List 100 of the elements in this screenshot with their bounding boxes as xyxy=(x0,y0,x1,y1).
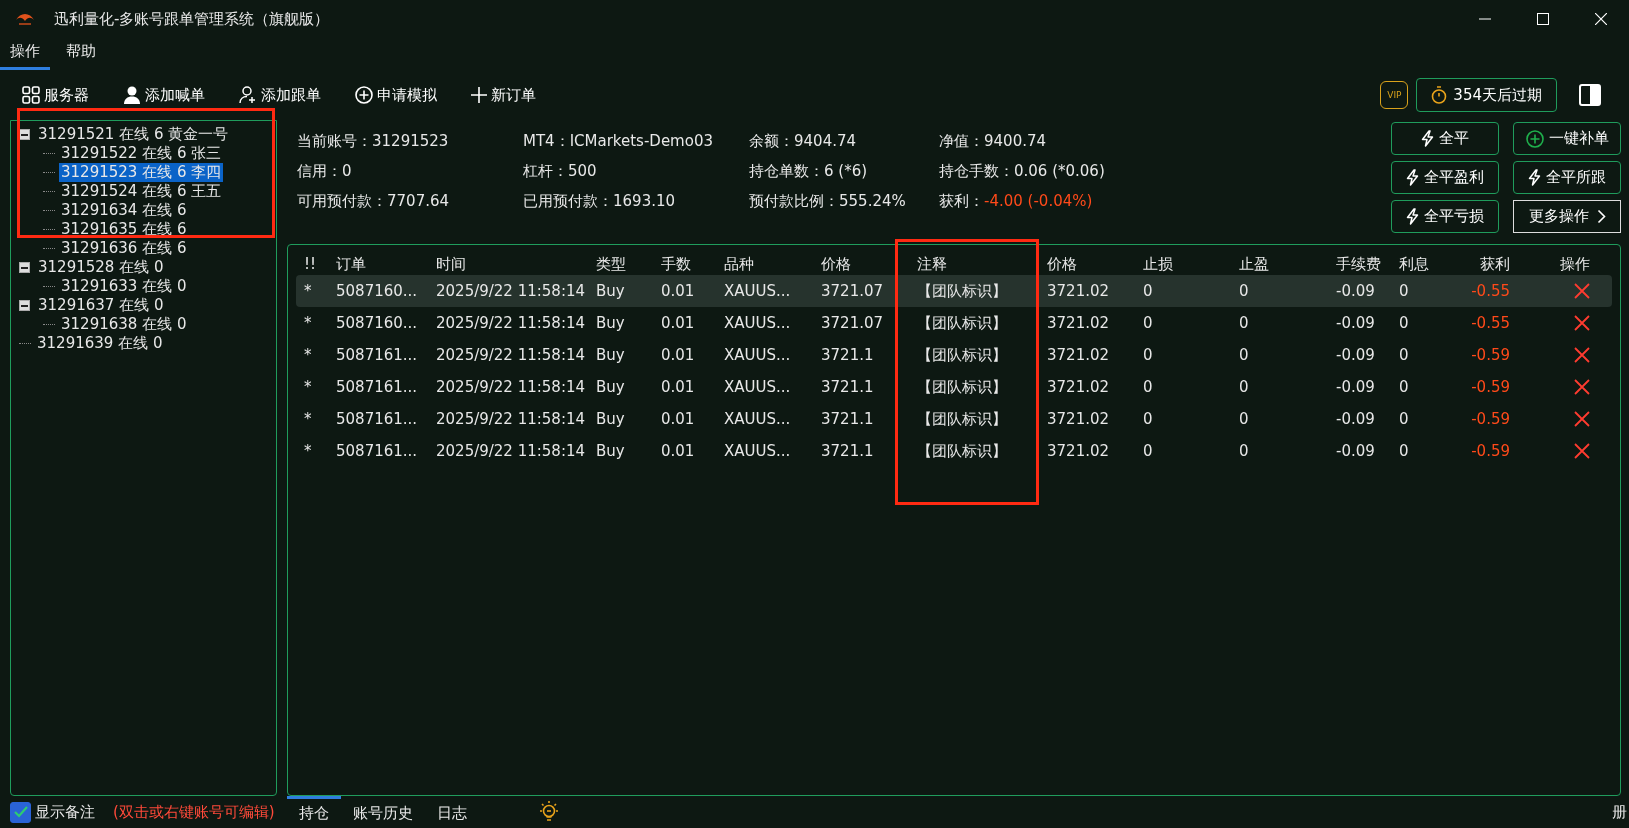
table-cell-text: 3721.1 xyxy=(820,346,875,364)
action-button[interactable]: 全平亏损 xyxy=(1391,200,1499,233)
bottom-tab[interactable]: 持仓 xyxy=(287,795,341,828)
maximize-icon[interactable] xyxy=(1537,13,1549,25)
table-cell-text: 2025/9/22 11:58:14 xyxy=(435,346,587,364)
account-item[interactable]: 31291633 在线 0 xyxy=(59,277,189,296)
table-row[interactable]: * 5087161... 2025/9/22 11:58:14 Buy 0.01 XAUUS... 3721.1 【团队标识】 3721.02 0 0 -0.09 0 -0.59 xyxy=(296,403,1612,435)
table-row[interactable]: * 5087161... 2025/9/22 11:58:14 Buy 0.01 XAUUS... 3721.1 【团队标识】 3721.02 0 0 -0.09 0 -0.59 xyxy=(296,435,1612,467)
user-add-icon xyxy=(239,86,257,104)
table-cell-text: 0.01 xyxy=(660,410,696,428)
toolbar-button[interactable]: 服务器 xyxy=(22,85,89,105)
column-header[interactable]: 利息 xyxy=(1391,254,1456,274)
table-cell-text: 0 xyxy=(1142,346,1154,364)
panel-toggle-icon[interactable] xyxy=(1579,84,1601,106)
table-row[interactable]: * 5087161... 2025/9/22 11:58:14 Buy 0.01 XAUUS... 3721.1 【团队标识】 3721.02 0 0 -0.09 0 -0.59 xyxy=(296,339,1612,371)
account-item[interactable]: 31291637 在线 0 xyxy=(36,296,166,315)
account-stat: 当前账号：31291523 xyxy=(297,132,450,151)
action-button[interactable]: 全平盈利 xyxy=(1391,161,1499,194)
table-cell-text: -0.09 xyxy=(1335,346,1376,364)
table-row[interactable]: * 5087160... 2025/9/22 11:58:14 Buy 0.01 XAUUS... 3721.07 【团队标识】 3721.02 0 0 -0.09 0 -0.55 xyxy=(296,307,1612,339)
table-cell-text: * xyxy=(303,378,313,396)
column-header[interactable]: 价格 xyxy=(813,254,909,274)
collapse-icon[interactable] xyxy=(19,300,30,311)
account-item[interactable]: 31291636 在线 6 xyxy=(59,239,189,258)
toolbar-button[interactable]: 新订单 xyxy=(471,85,536,105)
edge-text: 册 xyxy=(1612,802,1627,822)
collapse-icon[interactable] xyxy=(19,129,30,140)
expiry-button[interactable]: 354天后过期 xyxy=(1416,78,1557,112)
table-cell-text: 2025/9/22 11:58:14 xyxy=(435,314,587,332)
account-item[interactable]: 31291639 在线 0 xyxy=(35,334,165,353)
table-cell-text: 2025/9/22 11:58:14 xyxy=(435,410,587,428)
account-item[interactable]: 31291522 在线 6 张三 xyxy=(59,144,224,163)
close-order-icon[interactable] xyxy=(1574,443,1590,459)
table-row[interactable]: * 5087161... 2025/9/22 11:58:14 Buy 0.01 XAUUS... 3721.1 【团队标识】 3721.02 0 0 -0.09 0 -0.59 xyxy=(296,371,1612,403)
table-cell-text: 3721.1 xyxy=(820,378,875,396)
column-header[interactable]: 类型 xyxy=(588,254,653,274)
chevron-right-icon xyxy=(1596,209,1606,224)
column-header[interactable]: 注释 xyxy=(909,254,1039,274)
table-cell-text: -0.09 xyxy=(1335,410,1376,428)
column-header[interactable]: 手数 xyxy=(653,254,716,274)
table-cell-text: * xyxy=(303,282,313,300)
toolbar-button[interactable]: 申请模拟 xyxy=(355,85,437,105)
column-header[interactable]: 价格 xyxy=(1039,254,1135,274)
checkbox[interactable] xyxy=(10,801,31,823)
column-header[interactable]: 止盈 xyxy=(1231,254,1328,274)
action-button[interactable]: 一键补单 xyxy=(1513,122,1621,155)
column-header[interactable]: 订单 xyxy=(328,254,428,274)
table-cell-text: XAUUS... xyxy=(723,442,792,460)
account-item[interactable]: 31291523 在线 6 李四 xyxy=(59,163,224,182)
account-item[interactable]: 31291635 在线 6 xyxy=(59,220,189,239)
column-header[interactable]: 止损 xyxy=(1135,254,1231,274)
table-cell-text: 3721.1 xyxy=(820,410,875,428)
lightbulb-icon[interactable] xyxy=(537,800,561,824)
table-cell-text: 5087160... xyxy=(335,282,419,300)
table-cell-text: 0 xyxy=(1142,442,1154,460)
column-header[interactable]: 品种 xyxy=(716,254,813,274)
table-cell-text: 0 xyxy=(1142,282,1154,300)
close-order-icon[interactable] xyxy=(1574,411,1590,427)
menu-item[interactable]: 帮助 xyxy=(56,38,106,70)
close-order-icon[interactable] xyxy=(1574,315,1590,331)
close-order-icon[interactable] xyxy=(1574,283,1590,299)
table-cell-text: 5087161... xyxy=(335,410,419,428)
table-cell-text: Buy xyxy=(595,378,626,396)
bottom-tab[interactable]: 账号历史 xyxy=(341,795,425,828)
table-cell-text: 0 xyxy=(1142,378,1154,396)
close-icon[interactable] xyxy=(1595,13,1607,25)
table-cell-text: XAUUS... xyxy=(723,314,792,332)
account-item[interactable]: 31291638 在线 0 xyxy=(59,315,189,334)
bottom-tab[interactable]: 日志 xyxy=(425,795,479,828)
toolbar-button[interactable]: 添加喊单 xyxy=(123,85,205,105)
account-stat: 持仓手数：0.06 (*0.06) xyxy=(939,162,1106,181)
table-row[interactable]: * 5087160... 2025/9/22 11:58:14 Buy 0.01 XAUUS... 3721.07 【团队标识】 3721.02 0 0 -0.09 0 -0.55 xyxy=(296,275,1612,307)
account-item[interactable]: 31291634 在线 6 xyxy=(59,201,189,220)
column-header[interactable]: 时间 xyxy=(428,254,588,274)
close-order-icon[interactable] xyxy=(1574,347,1590,363)
account-item[interactable]: 31291521 在线 6 黄金一号 xyxy=(36,125,231,144)
table-cell-text: XAUUS... xyxy=(723,346,792,364)
table-cell-text: 0 xyxy=(1142,410,1154,428)
close-order-icon[interactable] xyxy=(1574,379,1590,395)
collapse-icon[interactable] xyxy=(19,262,30,273)
column-header[interactable]: 手续费 xyxy=(1328,254,1391,274)
account-item[interactable]: 31291528 在线 0 xyxy=(36,258,166,277)
table-cell-text: Buy xyxy=(595,346,626,364)
account-stat: MT4：ICMarkets-Demo03 xyxy=(523,132,714,151)
table-cell-text: 0 xyxy=(1142,314,1154,332)
column-header[interactable]: !! xyxy=(296,255,328,273)
toolbar-button[interactable]: 添加跟单 xyxy=(239,85,321,105)
menu-item[interactable]: 操作 xyxy=(0,38,50,70)
column-header[interactable]: 获利 xyxy=(1456,254,1552,274)
table-cell-text: -0.09 xyxy=(1335,282,1376,300)
action-button[interactable]: 全平所跟 xyxy=(1513,161,1621,194)
table-cell-text: 5087160... xyxy=(335,314,419,332)
action-button[interactable]: 全平 xyxy=(1391,122,1499,155)
action-button[interactable]: 更多操作 xyxy=(1513,200,1621,233)
table-cell-text: 0.01 xyxy=(660,442,696,460)
table-cell-text: 【团队标识】 xyxy=(916,281,1008,301)
edit-hint: (双击或右键账号可编辑) xyxy=(113,802,275,822)
column-header[interactable]: 操作 xyxy=(1552,254,1612,274)
table-cell-text: 0 xyxy=(1398,282,1410,300)
account-item[interactable]: 31291524 在线 6 王五 xyxy=(59,182,224,201)
